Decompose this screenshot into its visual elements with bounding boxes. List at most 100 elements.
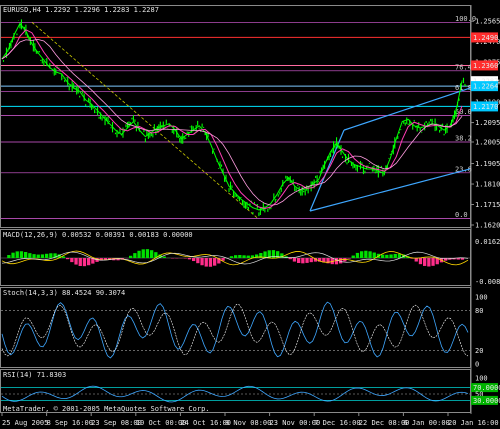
symbol-header: EURUSD,H4 1.2292 1.2296 1.2283 1.2287 (3, 6, 159, 14)
macd-histogram-bar (292, 258, 297, 262)
macd-histogram-bar (444, 258, 448, 261)
price-tick-label: 1.2095 (475, 119, 500, 127)
x-tick-label: 23 Nov 00:00 (270, 419, 321, 427)
macd-histogram-bar (355, 252, 360, 258)
macd-histogram-bar (133, 253, 137, 258)
price-tick-label: 1.1905 (475, 160, 500, 168)
price-tick-label: 1.1620 (475, 222, 500, 230)
macd-histogram-bar (78, 258, 82, 266)
fib-level-label: 0.0 (455, 211, 468, 219)
macd-histogram-bar (423, 258, 427, 266)
price-line (1, 22, 463, 211)
chart-window: 100.076.461.850.038.223.60.0 1.25651.247… (0, 0, 500, 429)
macd-histogram-bar (372, 252, 376, 258)
price-tick-label: 1.2005 (475, 138, 500, 146)
macd-histogram-bar (460, 258, 465, 260)
macd-histogram-bar (87, 258, 91, 266)
macd-histogram-bar (141, 249, 145, 258)
macd-histogram-bar (36, 254, 40, 258)
macd-histogram-bar (347, 258, 351, 259)
x-tick-label: 6 Jan 00:00 (403, 419, 449, 427)
macd-histogram-bar (129, 255, 133, 258)
x-tick-label: 20 Jan 16:00 (448, 419, 499, 427)
macd-histogram-bar (150, 250, 154, 258)
price-tick-label: 1.1810 (475, 181, 500, 189)
macd-histogram-bar (238, 255, 242, 258)
x-tick-label: 8 Nov 08:00 (225, 419, 271, 427)
macd-histogram-bar (397, 253, 402, 258)
macd-histogram-bar (196, 258, 200, 264)
price-tick-label: 1.2565 (475, 18, 500, 26)
macd-histogram-bar (162, 256, 166, 258)
macd-histogram-bar (204, 258, 208, 267)
x-tick-label: 7 Dec 16:00 (314, 419, 360, 427)
macd-histogram-bar (385, 254, 389, 258)
macd-histogram-bar (187, 258, 192, 260)
macd-histogram-bar (393, 253, 397, 258)
stoch-tick-label: 20 (475, 347, 483, 355)
macd-tick-label: 0.0162 (475, 238, 500, 246)
price-tick-label: 1.1715 (475, 201, 500, 209)
macd-histogram-bar (74, 258, 78, 265)
macd-histogram-bar (360, 251, 364, 258)
macd-histogram-bar (297, 258, 301, 263)
rsi-header: RSI(14) 71.8303 (3, 371, 66, 379)
x-tick-label: 10 Oct 00:00 (136, 419, 187, 427)
macd-histogram-bar (309, 258, 313, 263)
copyright-text: MetaTrader, © 2001-2005 MetaQuotes Softw… (3, 405, 210, 413)
macd-histogram-bar (40, 254, 45, 258)
macd-histogram-bar (351, 255, 355, 258)
x-tick-label: 25 Aug 2005 (2, 419, 48, 427)
macd-histogram-bar (66, 258, 70, 260)
fib-level-label: 38.2 (455, 134, 472, 142)
chart-canvas[interactable]: 100.076.461.850.038.223.60.0 1.25651.247… (0, 0, 500, 429)
x-tick-label: 22 Dec 08:00 (359, 419, 410, 427)
macd-histogram-bar (15, 251, 19, 258)
fib-level-label: 76.4 (455, 63, 472, 71)
macd-histogram-bar (145, 249, 150, 258)
x-tick-label: 8 Sep 16:00 (47, 419, 93, 427)
macd-histogram-bar (431, 258, 435, 266)
macd-histogram-bar (301, 258, 305, 264)
macd-histogram-bar (229, 256, 234, 258)
macd-histogram-bar (200, 258, 204, 266)
macd-histogram-bar (208, 258, 213, 267)
macd-histogram-bar (32, 254, 36, 258)
macd-histogram-bar (7, 255, 11, 258)
macd-histogram-bar (234, 255, 238, 258)
macd-histogram-bar (192, 258, 196, 262)
macd-histogram-bar (213, 258, 217, 266)
macd-histogram-bar (28, 253, 32, 258)
macd-histogram-bar (49, 253, 53, 258)
macd-histogram-bar (82, 258, 87, 267)
price-marker-label: 1.2264 (473, 83, 498, 91)
macd-histogram-bar (70, 258, 74, 263)
macd-histogram-bar (364, 250, 368, 258)
channel-lower-line (309, 168, 471, 212)
stoch-tick-label: 0 (475, 361, 479, 369)
macd-histogram-bar (288, 258, 292, 260)
macd-histogram-bar (305, 258, 309, 263)
macd-header: MACD(12,26,9) 0.00532 0.00391 0.00183 0.… (3, 231, 193, 239)
x-tick-label: 24 Oct 16:00 (180, 419, 231, 427)
macd-histogram-bar (11, 252, 15, 258)
stoch-header: Stoch(14,3,3) 88.4524 90.3074 (3, 289, 125, 297)
price-marker-label: 1.2170 (473, 103, 498, 111)
stoch-tick-label: 100 (475, 294, 488, 302)
x-tick-label: 23 Sep 08:00 (91, 419, 142, 427)
rsi-tick-label: 100 (475, 375, 488, 383)
fib-level-label: 50.0 (455, 108, 472, 116)
macd-histogram-bar (242, 255, 246, 258)
macd-histogram-bar (418, 258, 423, 265)
macd-histogram-bar (381, 254, 385, 258)
macd-histogram-bar (427, 258, 431, 267)
macd-histogram-bar (45, 253, 49, 258)
moving-average-slow (1, 38, 463, 206)
price-marker-label: 1.2490 (473, 34, 498, 42)
macd-histogram-bar (368, 251, 372, 258)
macd-histogram-bar (389, 254, 393, 258)
macd-histogram-bar (246, 255, 250, 258)
price-marker-label: 1.2360 (473, 62, 498, 70)
macd-histogram-bar (24, 252, 28, 258)
macd-tick-label: -0.0081 (475, 278, 500, 286)
